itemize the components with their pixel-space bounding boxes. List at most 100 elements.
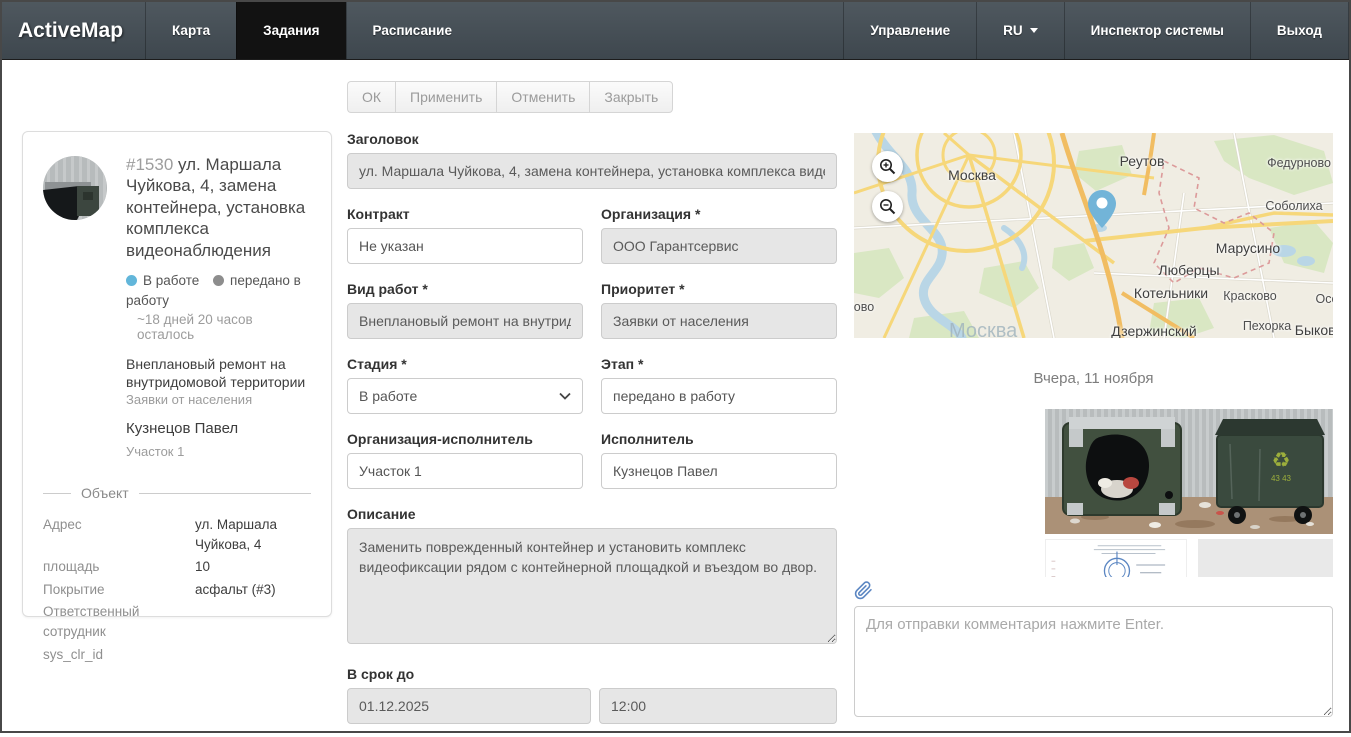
task-card-header: #1530 ул. Маршала Чуйкова, 4, замена кон… [43,154,311,261]
assignee-field-label: Исполнитель [601,431,837,447]
map-place-label: Пехорка [1243,319,1291,333]
deadline-date-field [347,688,591,724]
priority-field [601,303,837,339]
assignee-field[interactable] [601,453,837,489]
nav-menu-language[interactable]: RU [976,2,1064,59]
object-field-value [195,645,311,665]
task-priority: Заявки от населения [126,392,311,407]
map-place-label: Реутов [1120,153,1165,169]
top-navbar: ActiveMap Карта Задания Расписание Управ… [2,2,1349,60]
map-place-label: Москва [948,167,996,183]
step-field-label: Этап * [601,356,837,372]
work-type-field [347,303,583,339]
nav-tab-schedule[interactable]: Расписание [346,2,478,59]
contractor-org-field[interactable] [347,453,583,489]
chevron-down-icon [1030,28,1038,33]
comment-attach-row [854,581,1333,603]
ok-button[interactable]: ОК [347,81,395,113]
task-assignee: Кузнецов Павел [126,420,311,437]
description-field-label: Описание [347,506,837,522]
contract-field-label: Контракт [347,206,583,222]
object-field-label: sys_clr_id [43,645,195,665]
task-photo-avatar[interactable] [43,156,107,220]
activity-date-header: Вчера, 11 ноября [854,370,1333,387]
zoom-out-icon [879,198,896,215]
organization-field-label: Организация * [601,206,837,222]
object-field-value: асфальт (#3) [195,580,311,600]
apply-button[interactable]: Применить [395,81,496,113]
map-place-label: Соболиха [1265,199,1322,213]
deadline-time-field [599,688,837,724]
object-field-value: ул. Маршала Чуйкова, 4 [195,515,311,554]
map-place-label: Люберцы [1158,262,1219,278]
svg-text:Москва: Москва [949,320,1018,338]
map-place-label: Осе [1316,292,1333,306]
title-field [347,153,837,189]
right-panel: Москва Москва Реутов Федурново Соболиха Мару… [854,133,1333,722]
object-section-title: Объект [81,485,129,501]
main-content: ОК Применить Отменить Закрыть #15 [2,60,1349,731]
stage-field-label: Стадия * [347,356,583,372]
map-place-label: Быково [1295,322,1333,338]
task-status-line: В работе передано в работу [126,271,311,310]
object-field-value: 10 [195,557,311,577]
map-place-label: Красково [1223,289,1276,303]
close-button[interactable]: Закрыть [589,81,673,113]
navbar-spacer [478,2,843,59]
svg-text:♻: ♻ [1272,448,1291,472]
step-field[interactable] [601,378,837,414]
task-department: Участок 1 [126,444,311,459]
task-summary-card[interactable]: #1530 ул. Маршала Чуйкова, 4, замена кон… [22,131,332,617]
object-fields-table: Адрес ул. Маршала Чуйкова, 4 площадь 10 … [43,515,311,664]
nav-menu-inspector[interactable]: Инспектор системы [1064,2,1250,59]
map-place-label: Дзержинский [1111,323,1196,338]
stage-badge: В работе [143,273,199,288]
title-field-label: Заголовок [347,131,837,147]
app-logo: ActiveMap [2,2,145,59]
task-id: #1530 [126,155,173,174]
map-place-label: Федурново [1267,156,1331,170]
attachment-document-scan[interactable] [1045,539,1187,577]
map-zoom-out-button[interactable] [872,191,903,222]
task-title: #1530 ул. Маршала Чуйкова, 4, замена кон… [126,154,311,261]
attachment-placeholder[interactable] [1198,539,1333,577]
nav-tab-map[interactable]: Карта [145,2,236,59]
task-edit-form: Заголовок Контракт Организация * Вид раб… [347,131,837,733]
location-map[interactable]: Москва Москва Реутов Федурново Соболиха Мару… [854,133,1333,338]
contractor-org-field-label: Организация-исполнитель [347,431,583,447]
organization-field [601,228,837,264]
nav-tab-tasks[interactable]: Задания [236,2,345,59]
map-place-label: Котельники [1134,285,1208,301]
object-section-divider: Объект [43,485,311,501]
nav-menu-management[interactable]: Управление [843,2,976,59]
cancel-button[interactable]: Отменить [496,81,589,113]
map-zoom-in-button[interactable] [872,151,903,182]
paperclip-icon[interactable] [854,581,873,600]
stage-status-icon [126,275,137,286]
object-field-label: Ответственный сотрудник [43,602,195,641]
map-place-label: Марусино [1216,240,1280,256]
description-field[interactable]: Заменить поврежденный контейнер и устано… [347,528,837,644]
object-field-label: Покрытие [43,580,195,600]
stage-select[interactable]: В работе [347,378,583,414]
avatar-image [43,156,107,220]
task-toolbar: ОК Применить Отменить Закрыть [347,81,673,113]
zoom-in-icon [879,158,896,175]
nav-menu-logout[interactable]: Выход [1250,2,1349,59]
task-work-type: Внеплановый ремонт на внутридомовой терр… [126,356,311,391]
map-marker-icon[interactable] [1087,189,1117,229]
object-field-label: площадь [43,557,195,577]
app-window: ActiveMap Карта Задания Расписание Управ… [0,0,1351,733]
svg-text:43 43: 43 43 [1271,474,1292,483]
priority-field-label: Приоритет * [601,281,837,297]
map-place-label: ово [854,300,874,314]
task-card-meta: В работе передано в работу ~18 дней 20 ч… [43,271,311,459]
chevron-down-icon [559,392,571,400]
attachment-thumbnails [1045,539,1333,577]
attachment-photo-dumpster[interactable]: ♻ 43 43 [1045,409,1333,534]
contract-field[interactable] [347,228,583,264]
step-status-icon [213,275,224,286]
object-field-value [195,602,311,641]
deadline-field-label: В срок до [347,666,837,682]
comment-input[interactable] [854,606,1333,717]
